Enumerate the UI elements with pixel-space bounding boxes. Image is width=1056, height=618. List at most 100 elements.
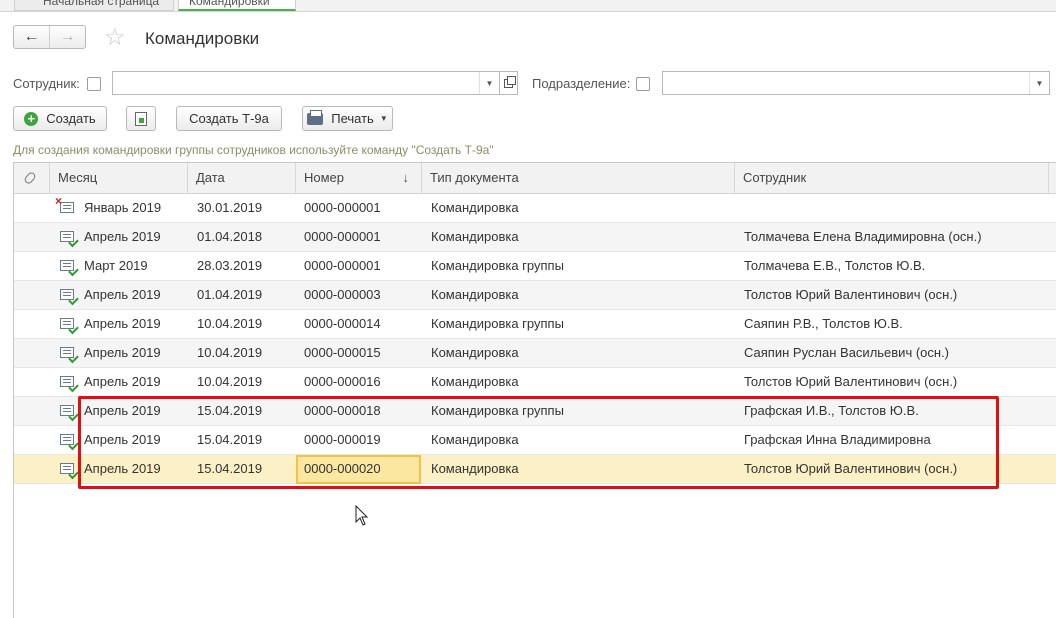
cell-doc-type: Командировка группы [431, 316, 564, 331]
chevron-down-icon[interactable]: ▼ [479, 72, 499, 94]
table-header: Месяц Дата Номер ↓ Тип документа Сотрудни… [14, 163, 1056, 194]
cell-number: 0000-000020 [304, 461, 381, 476]
document-posted-icon [60, 289, 74, 300]
print-button[interactable]: Печать ▼ [302, 106, 393, 131]
plus-circle-icon: + [24, 111, 39, 126]
cell-number: 0000-000014 [304, 316, 381, 331]
cell-doc-type: Командировка [431, 287, 519, 302]
cell-doc-type: Командировка группы [431, 403, 564, 418]
chevron-down-icon: ▼ [379, 114, 388, 123]
column-header-employee[interactable]: Сотрудник [735, 163, 1049, 193]
document-posted-icon [60, 318, 74, 329]
employee-filter-input[interactable]: ▼ [112, 71, 500, 95]
create-button-label: Создать [46, 111, 96, 126]
create-button[interactable]: + Создать [13, 106, 107, 131]
document-posted-icon [60, 405, 74, 416]
cell-employee: Саяпин Руслан Васильевич (осн.) [744, 345, 950, 360]
column-header-number[interactable]: Номер ↓ [296, 163, 422, 193]
navigation-buttons: ← → [13, 25, 86, 49]
cell-employee: Толстов Юрий Валентинович (осн.) [744, 461, 958, 476]
documents-table[interactable]: Месяц Дата Номер ↓ Тип документа Сотрудни… [13, 162, 1056, 618]
table-row[interactable]: Апрель 2019 15.04.2019 0000-000019 Командир… [14, 426, 1056, 455]
tab-home-label: Начальная страница [43, 0, 160, 8]
attachment-column-header[interactable] [14, 163, 50, 193]
back-button[interactable]: ← [14, 26, 49, 48]
cell-number: 0000-000016 [304, 374, 381, 389]
print-button-label: Печать [331, 111, 374, 126]
table-row[interactable]: Апрель 2019 10.04.2019 0000-000014 Командир… [14, 310, 1056, 339]
cell-date: 15.04.2019 [197, 403, 263, 418]
tab-business-trips-label: Командировки [189, 0, 270, 8]
cell-doc-type: Командировка [431, 432, 519, 447]
table-row[interactable]: Апрель 2019 15.04.2019 0000-000020 Командир… [14, 455, 1056, 484]
cell-date: 01.04.2018 [197, 229, 263, 244]
cell-date: 10.04.2019 [197, 374, 263, 389]
cell-number: 0000-000018 [304, 403, 381, 418]
cell-number: 0000-000015 [304, 345, 381, 360]
table-row[interactable]: Апрель 2019 01.04.2019 0000-000003 Командир… [14, 281, 1056, 310]
document-posted-icon [60, 463, 74, 474]
cell-number: 0000-000001 [304, 200, 381, 215]
employee-filter-checkbox[interactable] [87, 77, 101, 91]
document-deleted-icon [55, 195, 74, 213]
tab-bar: Начальная страница Командировки [0, 0, 1056, 12]
cell-doc-type: Командировка [431, 461, 519, 476]
column-header-month[interactable]: Месяц [50, 163, 188, 193]
column-header-number-label: Номер [304, 170, 345, 185]
cell-month: Январь 2019 [84, 200, 162, 215]
column-header-doc-type[interactable]: Тип документа [422, 163, 735, 193]
chevron-down-icon[interactable]: ▼ [1029, 72, 1049, 94]
favorite-star-icon[interactable]: ☆ [104, 25, 126, 51]
table-row[interactable]: Апрель 2019 01.04.2018 0000-000001 Командир… [14, 223, 1056, 252]
table-row[interactable]: Апрель 2019 15.04.2019 0000-000018 Командир… [14, 397, 1056, 426]
arrow-right-icon: → [59, 28, 76, 45]
cell-employee: Толстов Юрий Валентинович (осн.) [744, 374, 958, 389]
document-posted-icon [60, 260, 74, 271]
cell-month: Апрель 2019 [84, 345, 161, 360]
table-row[interactable]: Апрель 2019 10.04.2019 0000-000016 Командир… [14, 368, 1056, 397]
cell-number: 0000-000003 [304, 287, 381, 302]
cell-date: 01.04.2019 [197, 287, 263, 302]
open-window-icon [504, 75, 516, 88]
table-row[interactable]: Апрель 2019 10.04.2019 0000-000015 Командир… [14, 339, 1056, 368]
page-title: Командировки [145, 29, 260, 48]
table-row[interactable]: Январь 2019 30.01.2019 0000-000001 Командир… [14, 194, 1056, 223]
cell-number: 0000-000019 [304, 432, 381, 447]
table-row[interactable]: Март 2019 28.03.2019 0000-000001 Командиров… [14, 252, 1056, 281]
cell-employee: Саяпин Р.В., Толстов Ю.В. [744, 316, 903, 331]
cell-number: 0000-000001 [304, 229, 381, 244]
employee-open-button[interactable] [500, 71, 518, 95]
document-posted-icon [60, 376, 74, 387]
sort-descending-icon: ↓ [402, 170, 410, 185]
cell-date: 30.01.2019 [197, 200, 263, 215]
paperclip-icon [23, 170, 37, 186]
cell-doc-type: Командировка [431, 229, 519, 244]
cell-employee: Толстов Юрий Валентинович (осн.) [744, 287, 958, 302]
cell-month: Апрель 2019 [84, 432, 161, 447]
department-filter-input[interactable]: ▼ [662, 71, 1050, 95]
cell-date: 28.03.2019 [197, 258, 263, 273]
forward-button[interactable]: → [49, 26, 85, 48]
employee-filter-label: Сотрудник: [13, 76, 80, 91]
tab-business-trips[interactable]: Командировки [178, 0, 296, 11]
home-grid-icon [25, 0, 35, 5]
cell-employee: Толмачева Е.В., Толстов Ю.В. [744, 258, 926, 273]
cell-employee: Графская Инна Владимировна [744, 432, 931, 447]
cell-month: Апрель 2019 [84, 316, 161, 331]
cell-date: 15.04.2019 [197, 461, 263, 476]
column-header-date[interactable]: Дата [188, 163, 296, 193]
copy-button[interactable] [126, 106, 156, 131]
cell-month: Апрель 2019 [84, 287, 161, 302]
tab-home[interactable]: Начальная страница [14, 0, 174, 11]
cell-month: Апрель 2019 [84, 403, 161, 418]
cell-doc-type: Командировка [431, 374, 519, 389]
department-filter-checkbox[interactable] [636, 77, 650, 91]
department-filter-label: Подразделение: [532, 76, 631, 91]
create-t9a-button[interactable]: Создать Т-9а [176, 106, 282, 131]
cell-doc-type: Командировка [431, 345, 519, 360]
document-posted-icon [60, 231, 74, 242]
copy-document-icon [135, 111, 147, 126]
cell-number: 0000-000001 [304, 258, 381, 273]
cell-doc-type: Командировка [431, 200, 519, 215]
document-posted-icon [60, 347, 74, 358]
